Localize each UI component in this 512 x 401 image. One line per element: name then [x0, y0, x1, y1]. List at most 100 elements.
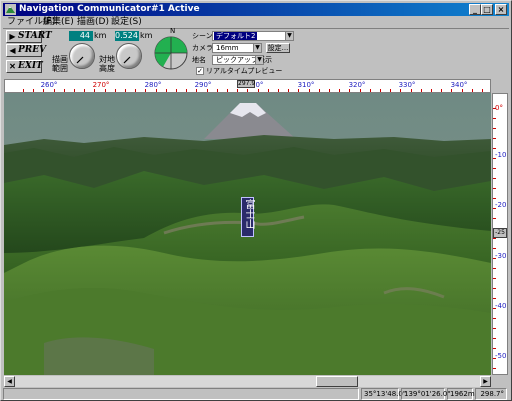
range-dial-needle [76, 56, 84, 64]
place-select[interactable]: ピックアップ表示 ▼ [212, 55, 272, 65]
heading-tick [156, 89, 157, 92]
heading-tick [421, 89, 422, 92]
pitch-label: -20° [495, 201, 507, 209]
heading-label: 260° [40, 81, 58, 89]
range-dial[interactable] [69, 43, 95, 69]
pitch-tick [493, 338, 496, 339]
scroll-thumb[interactable] [316, 376, 358, 387]
camera-select[interactable]: 16mm ▼ [212, 43, 262, 53]
heading-tick [339, 89, 340, 92]
status-latitude: 35°13'48.0" [361, 388, 406, 400]
prev-button[interactable]: ◀ PREV [6, 44, 46, 57]
pitch-tick [493, 358, 496, 359]
pitch-tick [493, 368, 496, 369]
heading-tick [237, 89, 238, 92]
arrow-right-icon: ▶ [483, 378, 488, 385]
heading-tick [74, 89, 75, 92]
camera-settings-button[interactable]: 設定... [266, 43, 290, 53]
pitch-tick [493, 308, 496, 309]
scroll-right-button[interactable]: ▶ [480, 376, 491, 387]
heading-tick [370, 89, 371, 92]
heading-label: 310° [297, 81, 315, 89]
heading-tick [329, 89, 330, 92]
pitch-tick [493, 348, 496, 349]
heading-tick [400, 89, 401, 92]
menu-draw[interactable]: 描画(D) [77, 16, 109, 28]
heading-label: 290° [194, 81, 212, 89]
pitch-tick [493, 118, 496, 119]
pitch-tick [493, 328, 496, 329]
heading-label: 340° [450, 81, 468, 89]
realtime-preview-checkbox[interactable]: ✓ [196, 67, 204, 75]
menu-edit[interactable]: 編集(E) [43, 16, 74, 28]
exit-button-label: EXIT [18, 61, 43, 71]
chevron-down-icon: ▼ [253, 44, 261, 52]
heading-tick [288, 89, 289, 92]
app-window: Navigation Communicator#1 Active _ □ × フ… [0, 0, 512, 401]
pitch-tick [493, 158, 496, 159]
heading-tick [298, 89, 299, 92]
terrain-view[interactable]: 富士山 [4, 93, 491, 375]
heading-label: 280° [144, 81, 162, 89]
pitch-tick [493, 208, 496, 209]
heading-tick [23, 89, 24, 92]
pitch-tick [493, 198, 496, 199]
pitch-label: 0° [495, 104, 503, 112]
heading-tick [64, 89, 65, 92]
heading-tick [217, 89, 218, 92]
start-icon: ▶ [9, 31, 16, 41]
heading-tick [207, 89, 208, 92]
title-bar[interactable]: Navigation Communicator#1 Active _ □ × [3, 3, 509, 16]
size-grip[interactable] [492, 376, 508, 387]
compass-icon[interactable] [153, 35, 189, 71]
pitch-tick [493, 148, 496, 149]
scroll-left-button[interactable]: ◀ [4, 376, 15, 387]
status-elevation: 1962m [447, 388, 475, 400]
heading-tick [84, 89, 85, 92]
status-heading: 298.7° [475, 388, 507, 400]
heading-tick [135, 89, 136, 92]
pitch-tick [493, 298, 496, 299]
range-readout: 44 [69, 31, 93, 41]
heading-tick [125, 89, 126, 92]
exit-button[interactable]: ✕ EXIT [6, 60, 43, 73]
place-label: 地名 [192, 56, 206, 64]
heading-tick [258, 89, 259, 92]
compass-north-label: N [170, 27, 176, 35]
minimize-button[interactable]: _ [469, 4, 481, 15]
heading-marker[interactable]: 297.9 [237, 80, 255, 88]
pitch-tick [493, 108, 496, 109]
horizontal-scrollbar[interactable]: ◀ ▶ [4, 376, 491, 387]
peak-label[interactable]: 富士山 [241, 197, 254, 237]
altitude-dial[interactable] [116, 43, 142, 69]
range-dial-label: 描画 範囲 [52, 55, 68, 73]
status-bar: 35°13'48.0" 139°01'26.0" 1962m 298.7° [3, 388, 509, 400]
pitch-tick [493, 178, 496, 179]
heading-tick [309, 89, 310, 92]
exit-icon: ✕ [9, 61, 16, 71]
pitch-ruler: 0° -10° -20° -30° -40° -50° -25 [492, 93, 508, 375]
heading-tick [166, 89, 167, 92]
heading-tick [33, 89, 34, 92]
pitch-marker[interactable]: -25 [493, 228, 507, 238]
heading-tick [268, 89, 269, 92]
start-button-label: START [18, 31, 52, 41]
pitch-tick [493, 138, 496, 139]
altitude-dial-label-text: 対地 高度 [99, 55, 115, 73]
close-button[interactable]: × [495, 4, 507, 15]
pitch-tick [493, 288, 496, 289]
heading-tick [411, 89, 412, 92]
altitude-dial-label: 対地 高度 [99, 55, 115, 73]
chevron-down-icon: ▼ [285, 32, 293, 40]
start-button[interactable]: ▶ START [6, 30, 52, 43]
heading-tick [451, 89, 452, 92]
maximize-button[interactable]: □ [481, 4, 493, 15]
heading-tick [482, 89, 483, 92]
check-icon: ✓ [197, 67, 203, 75]
scene-select[interactable]: デフォルト2 ▼ [212, 31, 294, 41]
heading-tick [115, 89, 116, 92]
pitch-tick [493, 278, 496, 279]
pitch-tick [493, 268, 496, 269]
heading-tick [380, 89, 381, 92]
menu-settings[interactable]: 設定(S) [111, 16, 142, 28]
